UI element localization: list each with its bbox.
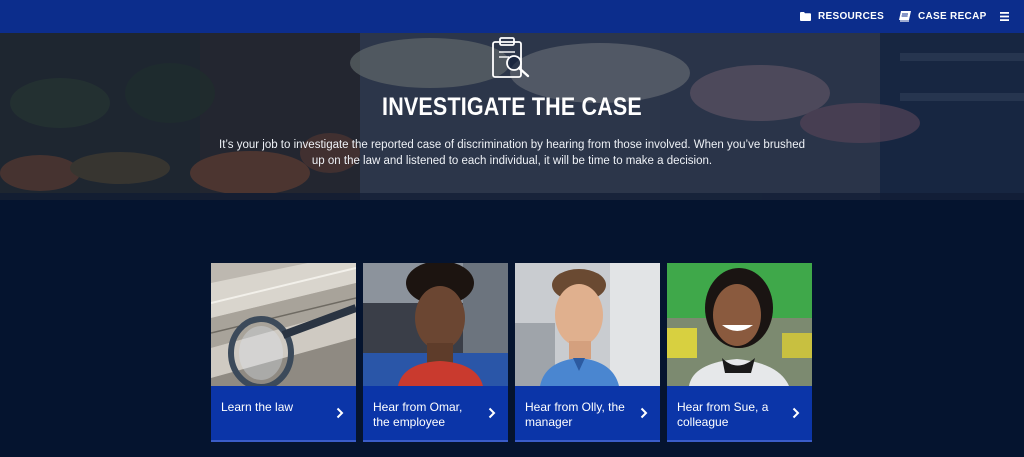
hamburger-menu-icon	[999, 12, 1009, 21]
chevron-right-icon	[488, 407, 496, 419]
hero-banner: INVESTIGATE THE CASE It’s your job to in…	[0, 33, 1024, 200]
card-hear-from-omar[interactable]: Hear from Omar, the employee	[363, 263, 508, 442]
omar-portrait-photo	[363, 263, 508, 386]
resources-label: RESOURCES	[818, 11, 885, 22]
page-title: INVESTIGATE THE CASE	[382, 93, 642, 121]
card-bar: Hear from Omar, the employee	[363, 386, 508, 442]
card-label: Hear from Sue, a colleague	[677, 400, 769, 429]
clipboard-magnifier-icon	[492, 37, 530, 78]
investigation-cards: Learn the law Hear from Omar, the employ…	[211, 263, 812, 442]
card-label: Hear from Olly, the manager	[525, 400, 625, 429]
sue-portrait-photo	[667, 263, 812, 386]
hero-description: It’s your job to investigate the reporte…	[219, 139, 805, 167]
card-bar: Learn the law	[211, 386, 356, 442]
card-bar: Hear from Sue, a colleague	[667, 386, 812, 442]
law-books-magnifying-glass-photo	[211, 263, 356, 386]
chevron-right-icon	[640, 407, 648, 419]
card-label: Learn the law	[221, 400, 294, 414]
card-bar: Hear from Olly, the manager	[515, 386, 660, 442]
main-menu-button[interactable]	[997, 0, 1011, 33]
case-recap-button[interactable]: CASE RECAP	[899, 0, 987, 33]
chevron-right-icon	[792, 407, 800, 419]
folder-icon	[800, 12, 811, 21]
card-learn-the-law[interactable]: Learn the law	[211, 263, 356, 442]
chevron-right-icon	[336, 407, 344, 419]
top-navigation-bar: RESOURCES CASE RECAP	[0, 0, 1024, 33]
card-hear-from-sue[interactable]: Hear from Sue, a colleague	[667, 263, 812, 442]
notebook-icon	[899, 11, 911, 22]
olly-portrait-photo	[515, 263, 660, 386]
case-recap-label: CASE RECAP	[918, 11, 987, 22]
card-hear-from-olly[interactable]: Hear from Olly, the manager	[515, 263, 660, 442]
resources-button[interactable]: RESOURCES	[800, 0, 884, 33]
card-label: Hear from Omar, the employee	[373, 400, 463, 429]
